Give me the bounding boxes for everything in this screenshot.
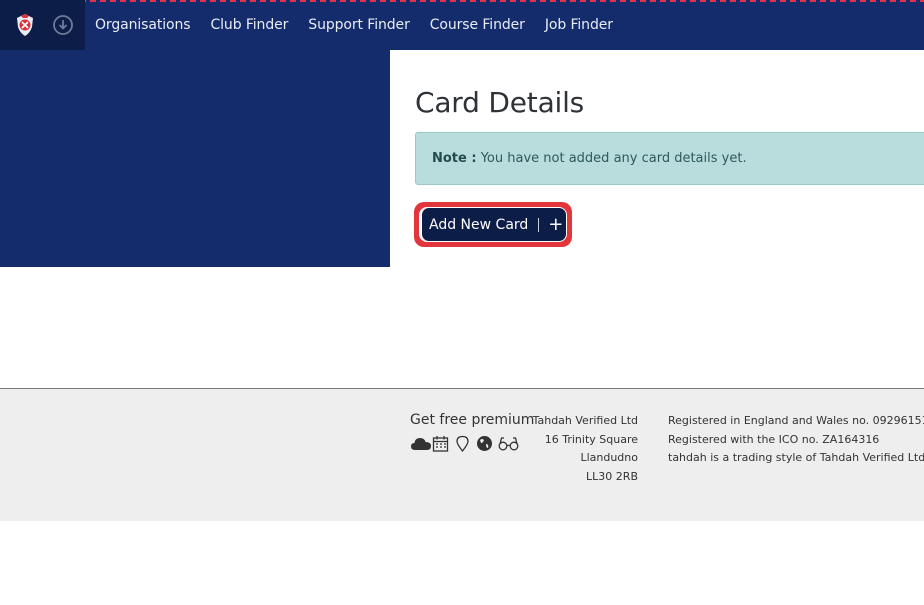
address-line: Tahdah Verified Ltd (532, 414, 638, 427)
site-footer: Get free premium Tahdah Verified Ltd 16 … (0, 388, 924, 521)
add-new-card-button[interactable]: Add New Card + (419, 207, 567, 242)
calendar-icon (432, 435, 449, 452)
nav-item-organisations[interactable]: Organisations (95, 17, 191, 33)
cloud-icon (410, 435, 431, 452)
nav-item-support-finder[interactable]: Support Finder (308, 17, 410, 33)
address-line: Llandudno (580, 451, 638, 464)
address-line: 16 Trinity Square (544, 432, 638, 446)
crest-logo-icon[interactable] (13, 13, 37, 37)
registration-info: Registered in England and Wales no. 0929… (668, 412, 924, 468)
nav-item-job-finder[interactable]: Job Finder (545, 17, 613, 33)
top-navigation-bar: Organisations Club Finder Support Finder… (0, 0, 924, 50)
premium-features-icons (410, 435, 519, 453)
company-address: Tahdah Verified Ltd 16 Trinity Square Ll… (520, 412, 638, 486)
note-label: Note : (432, 151, 477, 166)
address-line: LL30 2RB (586, 469, 638, 483)
globe-icon (476, 435, 493, 452)
map-pin-icon (454, 435, 471, 453)
plus-icon: + (548, 213, 564, 235)
registration-line: Registered with the ICO no. ZA164316 (668, 432, 880, 446)
registration-line: tahdah is a trading style of Tahdah Veri… (668, 451, 924, 464)
main-nav: Organisations Club Finder Support Finder… (95, 0, 633, 50)
add-card-highlight: Add New Card + (414, 202, 572, 247)
left-sidebar-panel (0, 50, 390, 267)
add-new-card-label: Add New Card (429, 216, 529, 233)
nav-item-club-finder[interactable]: Club Finder (210, 17, 288, 33)
brand-area (0, 0, 85, 50)
glasses-icon (498, 435, 519, 452)
nav-item-course-finder[interactable]: Course Finder (430, 17, 525, 33)
page-title: Card Details (415, 86, 585, 119)
empty-cards-note: Note : You have not added any card detai… (415, 132, 924, 185)
registration-line: Registered in England and Wales no. 0929… (668, 414, 924, 427)
note-text: You have not added any card details yet. (480, 151, 747, 166)
button-divider (538, 217, 540, 232)
premium-title: Get free premium (410, 412, 535, 428)
download-icon[interactable] (52, 14, 74, 36)
